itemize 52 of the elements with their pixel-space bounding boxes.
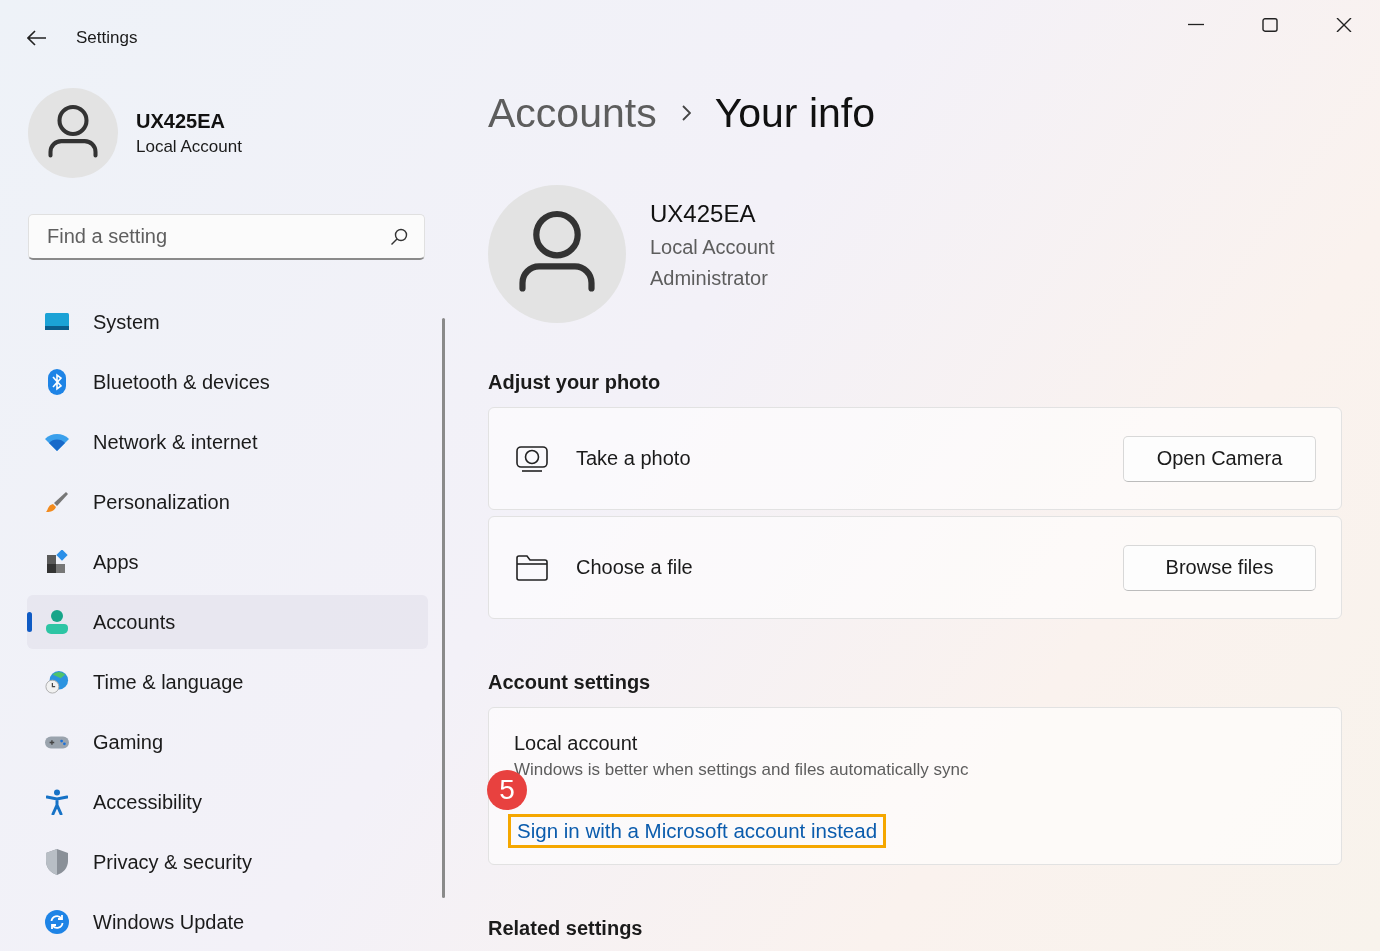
search-input[interactable]: Find a setting [45,224,390,249]
nav-item[interactable]: Bluetooth & devices [27,355,428,409]
account-type: Local Account [650,236,775,259]
selection-indicator [27,612,32,632]
shield-icon [46,849,68,875]
nav-item[interactable]: System [27,295,428,349]
search-icon [390,227,408,246]
wifi-icon [45,433,69,451]
globe-clock-icon [45,669,69,695]
card-title: Local account [514,732,639,755]
monitor-icon [45,312,69,332]
setting-label: Take a photo [576,447,692,470]
back-arrow-icon[interactable] [27,29,47,46]
nav-item[interactable]: Network & internet [27,415,428,469]
nav-item[interactable]: Time & language [27,655,428,709]
nav-item[interactable]: Personalization [27,475,428,529]
nav-item[interactable]: Windows Update [27,895,428,949]
sync-icon [45,910,69,934]
bluetooth-icon [48,369,66,395]
action-button[interactable]: Open Camera [1123,435,1316,482]
person-icon [46,610,68,634]
window-title: Settings [76,27,138,48]
search-field[interactable]: Find a setting [28,214,425,260]
maximize-icon[interactable] [1262,18,1278,32]
close-icon[interactable] [1336,18,1352,32]
sign-in-link[interactable]: Sign in with a Microsoft account instead [508,814,887,848]
scrollbar[interactable] [442,318,445,898]
section-heading: Related settings [488,917,644,940]
nav-item[interactable]: Privacy & security [27,835,428,889]
action-button[interactable]: Browse files [1123,544,1316,591]
page-title: Your info [714,89,875,137]
setting-label: Choose a file [576,556,694,579]
profile-name: UX425EA [650,200,757,228]
section-heading: Adjust your photo [488,371,662,395]
camera-icon [516,444,548,473]
folder-icon [516,554,548,581]
apps-icon [45,550,69,574]
user-name: UX425EA [136,109,226,133]
nav-item[interactable]: Gaming [27,715,428,769]
profile-avatar-icon [488,185,626,323]
paintbrush-icon [45,490,69,514]
accessibility-icon [46,789,68,815]
chevron-right-icon [680,105,691,121]
nav-item[interactable]: Accounts [27,595,428,649]
section-heading: Account settings [488,671,652,694]
gamepad-icon [45,734,69,750]
nav-item[interactable]: Apps [27,535,428,589]
avatar-icon [28,88,118,178]
breadcrumb-link[interactable]: Accounts [488,89,657,137]
account-type: Local Account [136,136,242,157]
account-role: Administrator [650,267,769,290]
nav-item[interactable]: Accessibility [27,775,428,829]
